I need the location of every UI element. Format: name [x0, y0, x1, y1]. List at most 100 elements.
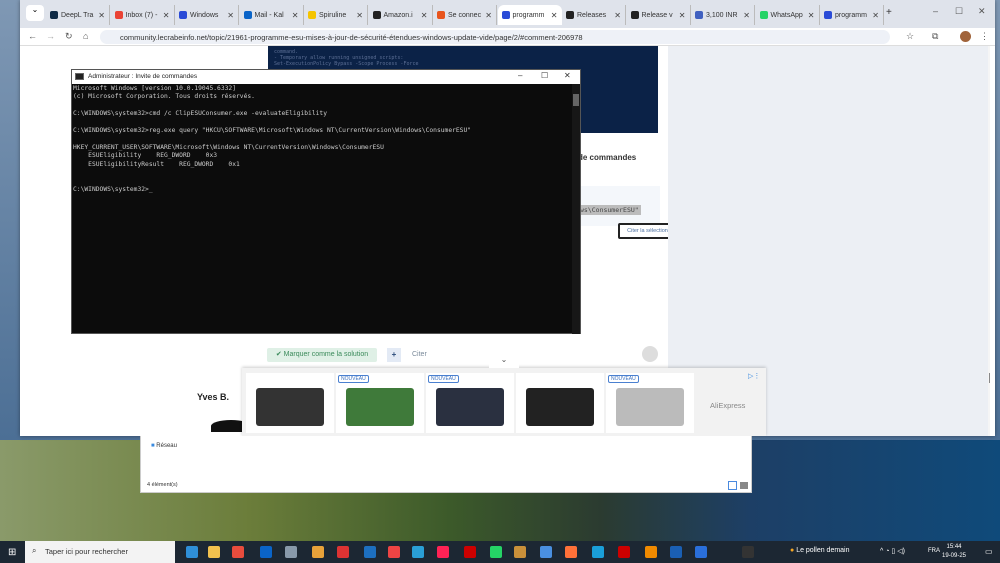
tab[interactable]: 3,100 INR ✕	[691, 5, 755, 25]
notifications-icon[interactable]: ▭	[985, 547, 993, 556]
ad-product[interactable]: NOUVEAU	[426, 373, 514, 433]
ad-product[interactable]	[516, 373, 604, 433]
cmd-output[interactable]: Microsoft Windows [version 10.0.19045.63…	[73, 85, 471, 194]
taskbar-app-icon[interactable]	[670, 546, 682, 558]
tab-close-icon[interactable]: ✕	[872, 11, 879, 20]
close-button[interactable]: ✕	[978, 6, 986, 17]
extensions-icon[interactable]: ⧉	[932, 31, 938, 42]
taskbar-app-icon[interactable]	[540, 546, 552, 558]
tab-close-icon[interactable]: ✕	[485, 11, 492, 20]
taskbar-app-icon[interactable]	[437, 546, 449, 558]
scrollbar[interactable]	[988, 46, 990, 436]
cmd-minimize-button[interactable]: –	[518, 71, 522, 80]
cmd-maximize-button[interactable]: ☐	[541, 71, 548, 80]
home-icon[interactable]: ⌂	[83, 31, 88, 41]
taskbar-app-icon[interactable]	[260, 546, 272, 558]
tab-search-button[interactable]: ⌄	[26, 5, 44, 21]
forward-icon[interactable]: →	[46, 31, 55, 41]
details-view-icon[interactable]	[728, 481, 737, 490]
bookmark-star-icon[interactable]: ☆	[906, 31, 914, 42]
tab-close-icon[interactable]: ✕	[679, 11, 686, 20]
taskbar-app-icon[interactable]	[312, 546, 324, 558]
taskbar-app-icon[interactable]	[364, 546, 376, 558]
taskbar-app-icon[interactable]	[742, 546, 754, 558]
start-windows-icon[interactable]: ⊞	[8, 547, 16, 558]
tray-icons[interactable]: ^ ◔ ▯ ◁)	[880, 547, 905, 555]
network-item[interactable]: ■ Réseau	[151, 443, 177, 449]
tab-close-icon[interactable]: ✕	[163, 11, 170, 20]
taskbar-app-icon[interactable]	[285, 546, 297, 558]
minimize-button[interactable]: –	[933, 6, 938, 16]
taskbar-app-icon[interactable]	[490, 546, 502, 558]
tab-close-icon[interactable]: ✕	[421, 11, 428, 20]
ad-product[interactable]: NOUVEAU	[606, 373, 694, 433]
scrollbar-thumb[interactable]	[989, 373, 990, 383]
tab[interactable]: Windows ✕	[175, 5, 239, 25]
tab[interactable]: Inbox (7) - ✕	[111, 5, 175, 25]
ad-product[interactable]: NOUVEAU	[336, 373, 424, 433]
tab[interactable]: WhatsApp ✕	[756, 5, 820, 25]
back-icon[interactable]: ←	[28, 31, 37, 41]
tab-favicon-icon	[695, 11, 703, 19]
tab[interactable]: Se connec ✕	[433, 5, 497, 25]
selected-text[interactable]: ws\ConsumerESU"	[578, 205, 641, 215]
author-name[interactable]: Yves B.	[197, 392, 229, 402]
taskbar-app-icon[interactable]	[695, 546, 707, 558]
ad-banner[interactable]: ⌄ NOUVEAU NOUVEAU NOUVEAU AliExpress ▷⋮	[242, 355, 766, 436]
tab[interactable]: programm ✕	[497, 5, 562, 25]
taskbar-app-icon[interactable]	[565, 546, 577, 558]
profile-avatar[interactable]	[960, 31, 971, 42]
taskbar-app-icon[interactable]	[186, 546, 198, 558]
tab-close-icon[interactable]: ✕	[227, 11, 234, 20]
tab-close-icon[interactable]: ✕	[614, 11, 621, 20]
tab[interactable]: Releases ✕	[562, 5, 626, 25]
ad-info-icon[interactable]: ▷⋮	[748, 372, 760, 380]
tab[interactable]: programm ✕	[820, 5, 884, 25]
product-image	[436, 388, 504, 426]
like-icon[interactable]	[642, 346, 658, 362]
tab-close-icon[interactable]: ✕	[356, 11, 363, 20]
taskbar-app-icon[interactable]	[514, 546, 526, 558]
taskbar-app-icon[interactable]	[208, 546, 220, 558]
weather-widget[interactable]: ● Le pollen demain	[790, 547, 850, 554]
menu-icon[interactable]: ⋮	[980, 31, 989, 42]
clock[interactable]: 15:44 19-09-25	[942, 543, 966, 561]
new-tab-button[interactable]: +	[886, 7, 892, 18]
ad-brand[interactable]: AliExpress	[710, 401, 745, 410]
taskbar-app-icon[interactable]	[645, 546, 657, 558]
collapse-ad-chevron-icon[interactable]: ⌄	[489, 355, 519, 368]
tab-close-icon[interactable]: ✕	[98, 11, 105, 20]
cmd-scrollbar[interactable]	[572, 84, 580, 334]
taskbar-app-icon[interactable]	[232, 546, 244, 558]
language-indicator[interactable]: FRA	[928, 548, 940, 554]
maximize-button[interactable]: ☐	[955, 6, 963, 17]
tab[interactable]: DeepL Tra ✕	[46, 5, 110, 25]
taskbar-app-icon[interactable]	[337, 546, 349, 558]
mark-solution-button[interactable]: ✔ Marquer comme la solution	[267, 348, 377, 362]
tiles-view-icon[interactable]	[740, 482, 748, 489]
tab-close-icon[interactable]: ✕	[808, 11, 815, 20]
ad-product[interactable]	[246, 373, 334, 433]
cmd-scrollbar-thumb[interactable]	[573, 94, 579, 106]
command-prompt-window[interactable]: Administrateur : Invite de commandes – ☐…	[71, 69, 581, 334]
taskbar-app-icon[interactable]	[464, 546, 476, 558]
multiquote-button[interactable]: +	[387, 348, 401, 362]
tab[interactable]: Mail - Kal ✕	[240, 5, 304, 25]
tab[interactable]: Amazon.i ✕	[369, 5, 433, 25]
tab-close-icon[interactable]: ✕	[743, 11, 750, 20]
tab-close-icon[interactable]: ✕	[292, 11, 299, 20]
address-bar[interactable]: community.lecrabeinfo.net/topic/21961-pr…	[100, 30, 890, 44]
cmd-close-button[interactable]: ✕	[564, 71, 571, 80]
tab[interactable]: Release v ✕	[627, 5, 691, 25]
taskbar-app-icon[interactable]	[412, 546, 424, 558]
tab-close-icon[interactable]: ✕	[551, 11, 558, 20]
taskbar-app-icon[interactable]	[618, 546, 630, 558]
taskbar-search[interactable]: ⌕ Taper ici pour rechercher	[25, 541, 175, 563]
taskbar-app-icon[interactable]	[388, 546, 400, 558]
quote-button[interactable]: Citer	[412, 351, 427, 358]
cmd-title-bar[interactable]: Administrateur : Invite de commandes – ☐…	[72, 70, 580, 84]
search-placeholder: Taper ici pour rechercher	[45, 547, 128, 556]
taskbar-app-icon[interactable]	[592, 546, 604, 558]
tab[interactable]: Spiruline ✕	[304, 5, 368, 25]
reload-icon[interactable]: ↻	[65, 31, 73, 42]
